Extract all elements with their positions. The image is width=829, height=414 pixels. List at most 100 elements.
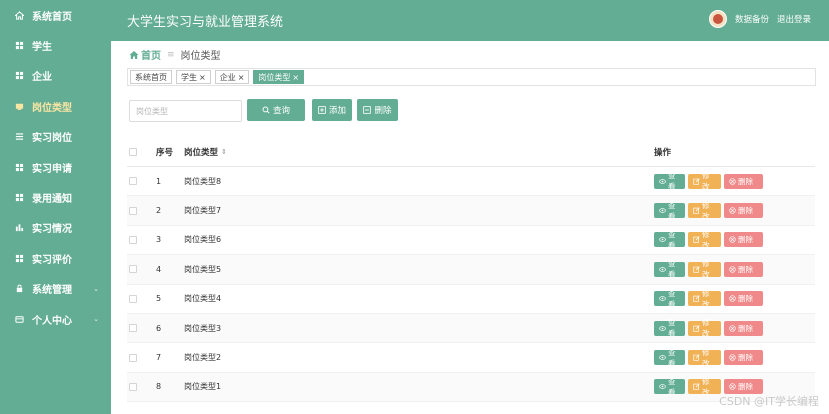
card-icon — [12, 315, 26, 324]
add-button[interactable]: 添加 — [312, 99, 352, 121]
view-button[interactable]: 查看 — [654, 171, 685, 191]
position-type-search-input[interactable] — [129, 100, 242, 122]
row-checkbox[interactable] — [129, 265, 137, 274]
tag-label: 企业 — [219, 72, 236, 82]
lock-icon — [12, 284, 26, 293]
row-type: 岗位类型7 — [184, 206, 222, 216]
tag-position-type[interactable]: 岗位类型 × — [253, 70, 305, 84]
edit-button[interactable]: 修改 — [688, 201, 721, 221]
sidebar-item-student[interactable]: 学生 — [0, 30, 111, 60]
delete-button-label: 删除 — [738, 264, 753, 274]
eye-icon — [659, 266, 668, 273]
view-button[interactable]: 查看 — [654, 230, 685, 250]
query-button[interactable]: 查询 — [247, 99, 305, 121]
delete-button[interactable]: 删除 — [724, 203, 763, 219]
close-icon[interactable]: × — [238, 73, 245, 82]
grid-icon — [12, 41, 26, 50]
eye-icon — [659, 236, 668, 243]
chevron-down-icon: ⌄ — [93, 284, 99, 293]
edit-button-label: 修改 — [702, 200, 710, 221]
sidebar-item-label: 学生 — [32, 42, 52, 54]
edit-icon — [693, 295, 702, 302]
row-no: 2 — [156, 206, 162, 216]
delete-button[interactable]: 删除 — [724, 320, 763, 336]
tag-label: 系统首页 — [135, 72, 167, 82]
close-icon[interactable]: × — [199, 73, 206, 82]
delete-button-label: 删除 — [738, 176, 753, 186]
delete-button-label: 删除 — [738, 382, 753, 392]
sidebar: 系统首页 学生 企业 岗位类型 实习岗位 实习申请 录用通知 实习情况 实习评价… — [0, 0, 111, 414]
row-checkbox[interactable] — [129, 235, 137, 244]
row-actions: 查看 修改 删除 — [654, 171, 763, 191]
delete-icon — [729, 178, 738, 185]
query-button-label: 查询 — [272, 105, 290, 115]
delete-button[interactable]: 删除 — [724, 350, 763, 366]
avatar[interactable] — [708, 10, 727, 28]
row-checkbox[interactable] — [129, 206, 137, 215]
delete-icon — [729, 324, 738, 332]
sort-icon[interactable]: ⇕ — [221, 148, 227, 156]
home-icon — [129, 50, 139, 59]
select-all-checkbox[interactable] — [129, 147, 137, 156]
delete-button[interactable]: 删除 — [724, 232, 763, 248]
backup-link[interactable]: 数据备份 — [735, 13, 769, 25]
edit-button[interactable]: 修改 — [688, 377, 721, 397]
edit-button[interactable]: 修改 — [688, 348, 721, 368]
tag-home[interactable]: 系统首页 — [130, 70, 172, 84]
view-button[interactable]: 查看 — [654, 318, 685, 338]
breadcrumb-home-label: 首页 — [141, 51, 161, 62]
row-checkbox[interactable] — [129, 177, 137, 186]
view-button-label: 查看 — [668, 318, 676, 339]
view-button[interactable]: 查看 — [654, 201, 685, 221]
sidebar-item-internship-status[interactable]: 实习情况 — [0, 213, 111, 243]
sidebar-item-position-type[interactable]: 岗位类型 — [0, 91, 111, 121]
table-row: 7 岗位类型2 查看 修改 删除 — [127, 343, 815, 373]
row-checkbox[interactable] — [129, 324, 137, 333]
logout-link[interactable]: 退出登录 — [777, 13, 811, 25]
view-button-label: 查看 — [668, 376, 676, 397]
sidebar-item-company[interactable]: 企业 — [0, 61, 111, 91]
row-type: 岗位类型2 — [184, 353, 222, 363]
tag-student[interactable]: 学生 × — [176, 70, 211, 84]
row-actions: 查看 修改 删除 — [654, 289, 763, 309]
sidebar-item-internship-apply[interactable]: 实习申请 — [0, 152, 111, 182]
edit-button[interactable]: 修改 — [688, 230, 721, 250]
edit-button[interactable]: 修改 — [688, 171, 721, 191]
sidebar-item-home[interactable]: 系统首页 — [0, 0, 111, 30]
grid-icon — [12, 71, 26, 80]
sidebar-item-system-management[interactable]: 系统管理 ⌄ — [0, 274, 111, 304]
header-type[interactable]: 岗位类型 ⇕ — [184, 146, 227, 158]
edit-button-label: 修改 — [702, 318, 710, 339]
delete-button[interactable]: 删除 — [724, 291, 763, 307]
table-row: 4 岗位类型5 查看 修改 删除 — [127, 255, 815, 285]
view-button[interactable]: 查看 — [654, 377, 685, 397]
sidebar-item-internship-post[interactable]: 实习岗位 — [0, 122, 111, 152]
sidebar-item-label: 企业 — [32, 72, 52, 84]
row-actions: 查看 修改 删除 — [654, 230, 763, 250]
edit-button[interactable]: 修改 — [688, 289, 721, 309]
sidebar-item-personal-center[interactable]: 个人中心 ⌄ — [0, 304, 111, 334]
edit-button[interactable]: 修改 — [688, 259, 721, 279]
chart-icon — [12, 223, 26, 232]
view-button[interactable]: 查看 — [654, 289, 685, 309]
batch-delete-button[interactable]: 删除 — [357, 99, 398, 121]
view-button[interactable]: 查看 — [654, 259, 685, 279]
sidebar-item-label: 岗位类型 — [32, 102, 72, 114]
edit-icon — [693, 236, 702, 244]
view-button-label: 查看 — [668, 288, 676, 309]
row-checkbox[interactable] — [129, 382, 137, 391]
edit-icon — [693, 354, 702, 361]
sidebar-item-offer[interactable]: 录用通知 — [0, 182, 111, 212]
edit-button[interactable]: 修改 — [688, 318, 721, 338]
sidebar-item-internship-review[interactable]: 实习评价 — [0, 243, 111, 273]
view-button[interactable]: 查看 — [654, 348, 685, 368]
tag-company[interactable]: 企业 × — [214, 70, 250, 84]
close-icon[interactable]: × — [292, 73, 299, 82]
row-checkbox[interactable] — [129, 294, 137, 303]
row-no: 4 — [156, 264, 162, 274]
breadcrumb-home[interactable]: 首页 — [129, 47, 161, 62]
table-body: 1 岗位类型8 查看 修改 删除 2 岗位类型7 查看 修改 删除 3 岗位类型6 查看 修改 删除 4 岗位类… — [127, 167, 815, 403]
row-checkbox[interactable] — [129, 353, 137, 362]
delete-button[interactable]: 删除 — [724, 173, 763, 189]
delete-button[interactable]: 删除 — [724, 261, 763, 277]
